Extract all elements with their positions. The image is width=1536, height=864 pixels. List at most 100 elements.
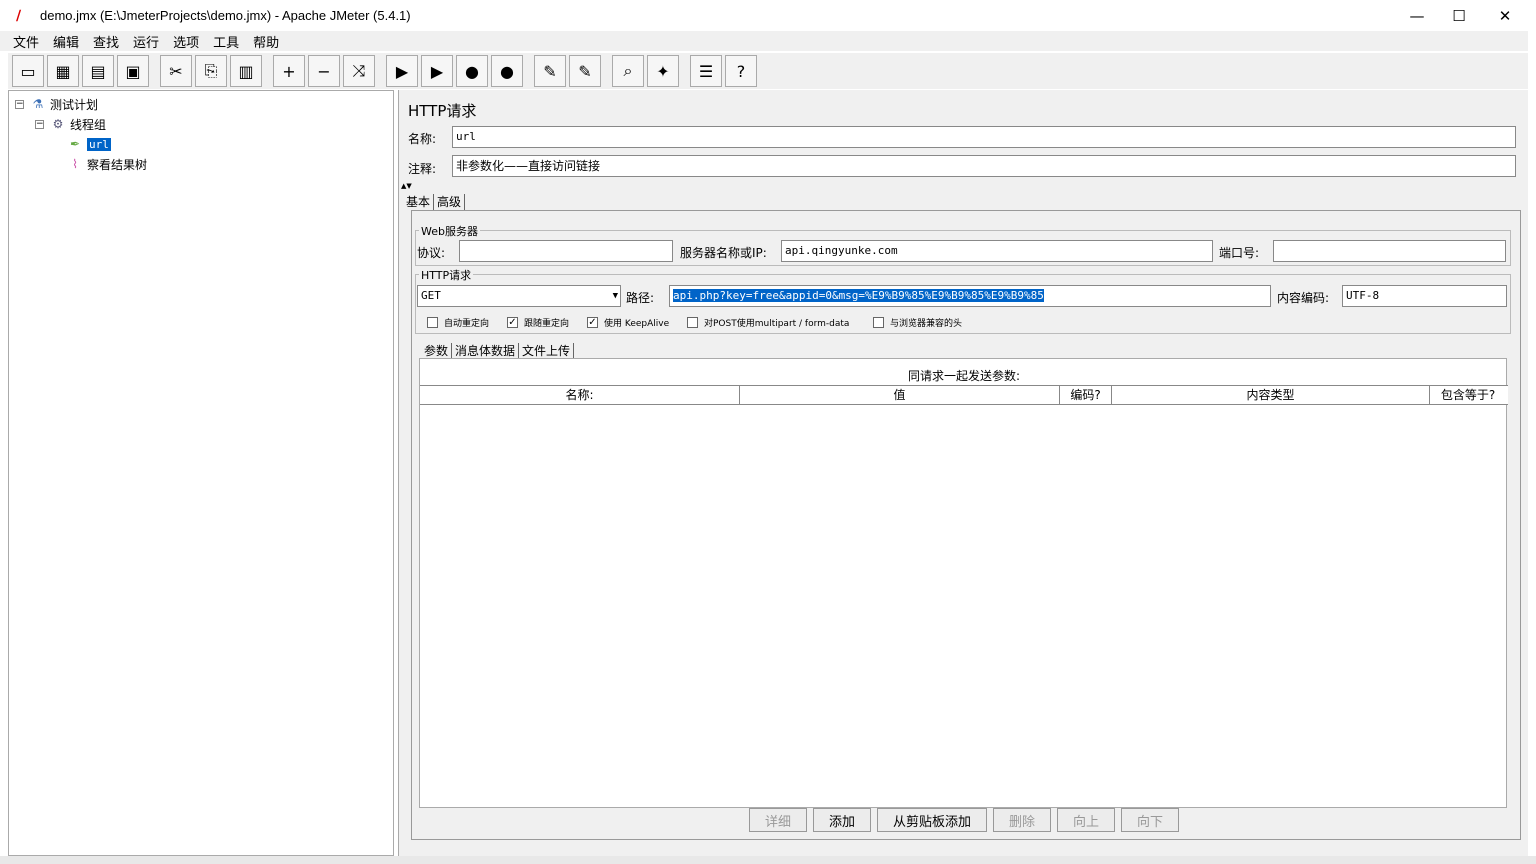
tab-advanced[interactable]: 高级: [434, 194, 466, 210]
checkbox-auto-redirect[interactable]: 自动重定向: [427, 316, 489, 329]
web-server-title: Web服务器: [419, 223, 480, 239]
collapse-button[interactable]: −: [308, 55, 340, 87]
chevron-down-icon[interactable]: ▼: [613, 286, 618, 306]
checkbox-keepalive[interactable]: ✓ 使用 KeepAlive: [587, 316, 669, 329]
paste-button[interactable]: ▥: [230, 55, 262, 87]
open-icon: ▤: [90, 61, 106, 81]
checkbox-box[interactable]: [427, 317, 438, 328]
new-button[interactable]: ▭: [12, 55, 44, 87]
minimize-icon[interactable]: —: [1394, 0, 1440, 31]
start-no-pause-button[interactable]: ▶: [421, 55, 453, 87]
column-include-equals[interactable]: 包含等于?: [1430, 386, 1506, 404]
checkbox-label: 与浏览器兼容的头: [890, 319, 963, 329]
chart-icon: ⌇: [72, 157, 78, 171]
sub-tabs: 参数 消息体数据 文件上传: [421, 343, 575, 359]
splitter-arrows-icon[interactable]: ▲▼: [401, 182, 412, 190]
tree-label-test-plan: 测试计划: [50, 97, 99, 112]
down-button[interactable]: 向下: [1121, 808, 1179, 832]
checkbox-box[interactable]: [687, 317, 698, 328]
protocol-field[interactable]: [459, 240, 673, 262]
toggle-button[interactable]: ⤨: [343, 55, 375, 87]
menu-search[interactable]: 查找: [93, 32, 119, 51]
port-field[interactable]: [1273, 240, 1506, 262]
table-buttons: 详细 添加 从剪贴板添加 删除 向上 向下: [749, 808, 1185, 832]
tab-file-upload[interactable]: 文件上传: [519, 343, 575, 359]
collapse-toggle-icon[interactable]: −: [35, 119, 44, 129]
column-content-type[interactable]: 内容类型: [1112, 386, 1430, 404]
checkbox-follow-redirect[interactable]: ✓ 跟随重定向: [507, 316, 569, 329]
add-from-clipboard-button[interactable]: 从剪贴板添加: [877, 808, 987, 832]
menu-run[interactable]: 运行: [133, 32, 159, 51]
method-select[interactable]: GET ▼: [417, 285, 621, 307]
menu-bar: 文件 编辑 查找 运行 选项 工具 帮助: [0, 31, 1528, 51]
tree-item-http-request[interactable]: ✒ url: [67, 135, 111, 153]
tree-item-test-plan[interactable]: − ⚗ 测试计划: [15, 95, 98, 113]
checkbox-box[interactable]: ✓: [507, 317, 518, 328]
comment-label: 注释:: [408, 162, 437, 176]
title-bar: ∕ demo.jmx (E:\JmeterProjects\demo.jmx) …: [0, 0, 1536, 31]
tree-label-http-request: url: [87, 137, 111, 151]
tab-body-data[interactable]: 消息体数据: [452, 343, 520, 359]
checkbox-browser-headers[interactable]: 与浏览器兼容的头: [873, 316, 962, 329]
expand-button[interactable]: +: [273, 55, 305, 87]
add-button[interactable]: 添加: [813, 808, 871, 832]
encoding-field[interactable]: UTF-8: [1342, 285, 1507, 307]
menu-tools[interactable]: 工具: [213, 32, 239, 51]
stop-icon: ●: [465, 61, 479, 81]
test-plan-tree: − ⚗ 测试计划 − ⚙ 线程组 ✒ url ⌇ 察看结果树: [8, 90, 394, 856]
function-helper-button[interactable]: ☰: [690, 55, 722, 87]
method-value: GET: [421, 289, 441, 302]
comment-field[interactable]: 非参数化——直接访问链接: [452, 155, 1516, 177]
stop-button[interactable]: ●: [456, 55, 488, 87]
menu-edit[interactable]: 编辑: [53, 32, 79, 51]
parameters-table: 同请求一起发送参数: 名称: 值 编码? 内容类型 包含等于?: [419, 358, 1508, 808]
delete-button[interactable]: 删除: [993, 808, 1051, 832]
tab-parameters[interactable]: 参数: [421, 343, 453, 359]
checkbox-multipart[interactable]: 对POST使用multipart / form-data: [687, 316, 849, 329]
clear-all-button[interactable]: ✎: [569, 55, 601, 87]
save-button[interactable]: ▣: [117, 55, 149, 87]
tree-item-view-results-tree[interactable]: ⌇ 察看结果树: [67, 155, 147, 173]
shutdown-button[interactable]: ●: [491, 55, 523, 87]
path-field[interactable]: api.php?key=free&appid=0&msg=%E9%B9%85%E…: [669, 285, 1271, 307]
menu-options[interactable]: 选项: [173, 32, 199, 51]
http-request-panel: HTTP请求 名称: url 注释: 非参数化——直接访问链接 ▲▼ 基本 高级…: [398, 90, 1528, 856]
window-title: demo.jmx (E:\JmeterProjects\demo.jmx) - …: [40, 8, 411, 23]
help-button[interactable]: ?: [725, 55, 757, 87]
start-icon: ▶: [395, 61, 409, 81]
checkbox-box[interactable]: [873, 317, 884, 328]
column-value[interactable]: 值: [740, 386, 1060, 404]
cut-button[interactable]: ✂: [160, 55, 192, 87]
start-no-pause-icon: ▶: [430, 61, 444, 81]
checkbox-box[interactable]: ✓: [587, 317, 598, 328]
start-button[interactable]: ▶: [386, 55, 418, 87]
table-header: 名称: 值 编码? 内容类型 包含等于?: [420, 385, 1508, 405]
clear-button[interactable]: ✎: [534, 55, 566, 87]
menu-help[interactable]: 帮助: [253, 32, 279, 51]
checkbox-label: 对POST使用multipart / form-data: [704, 319, 850, 329]
maximize-icon[interactable]: ☐: [1436, 0, 1482, 31]
menu-file[interactable]: 文件: [13, 32, 39, 51]
server-label: 服务器名称或IP:: [680, 246, 767, 260]
clear-icon: ✎: [543, 61, 557, 81]
search-button[interactable]: ⌕: [612, 55, 644, 87]
collapse-toggle-icon[interactable]: −: [15, 99, 24, 109]
server-field[interactable]: api.qingyunke.com: [781, 240, 1213, 262]
path-value: api.php?key=free&appid=0&msg=%E9%B9%85%E…: [673, 289, 1044, 302]
column-name[interactable]: 名称:: [420, 386, 740, 404]
copy-button[interactable]: ⎘: [195, 55, 227, 87]
name-field[interactable]: url: [452, 126, 1516, 148]
reset-search-button[interactable]: ✦: [647, 55, 679, 87]
paste-icon: ▥: [238, 61, 254, 81]
column-encode[interactable]: 编码?: [1060, 386, 1112, 404]
open-button[interactable]: ▤: [82, 55, 114, 87]
checkbox-label: 使用 KeepAlive: [604, 319, 670, 329]
close-icon[interactable]: ✕: [1482, 0, 1528, 31]
tree-item-thread-group[interactable]: − ⚙ 线程组: [35, 115, 106, 133]
templates-button[interactable]: ▦: [47, 55, 79, 87]
up-button[interactable]: 向上: [1057, 808, 1115, 832]
tab-basic[interactable]: 基本: [403, 194, 435, 210]
shutdown-icon: ●: [500, 61, 514, 81]
detail-button[interactable]: 详细: [749, 808, 807, 832]
collapse-icon: −: [317, 61, 331, 81]
